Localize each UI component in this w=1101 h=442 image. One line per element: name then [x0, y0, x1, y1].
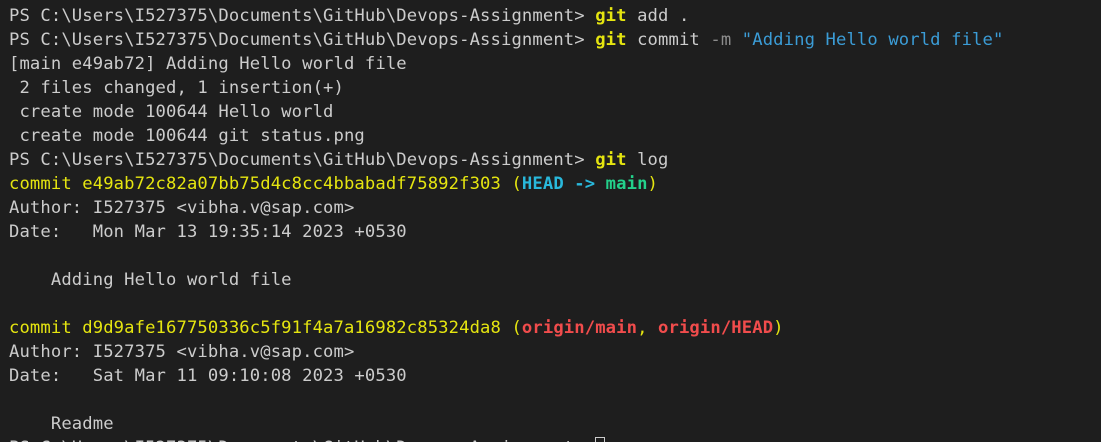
- create-mode-line-1: create mode 100644 Hello world: [9, 102, 334, 122]
- text-cursor: [595, 437, 606, 442]
- command-git: git: [595, 30, 627, 50]
- prompt: PS C:\Users\I527375\Documents\GitHub\Dev…: [9, 30, 596, 50]
- ref-paren-close: ): [647, 174, 659, 194]
- log-date-2: Date: Sat Mar 11 09:10:08 2023 +0530: [9, 366, 407, 386]
- command-args: add .: [626, 6, 690, 26]
- command-string-arg: "Adding Hello world file": [731, 30, 1004, 50]
- commit-label: commit e49ab72c82a07bb75d4c8cc4bbabadf75…: [9, 174, 512, 194]
- terminal-line-git-log: PS C:\Users\I527375\Documents\GitHub\Dev…: [9, 148, 668, 172]
- command-git: git: [595, 6, 627, 26]
- create-mode-line-2: create mode 100644 git status.png: [9, 126, 365, 146]
- ref-paren-open: (: [511, 318, 522, 338]
- log-commit-hash-1: commit e49ab72c82a07bb75d4c8cc4bbabadf75…: [9, 172, 658, 196]
- log-date-1: Date: Mon Mar 13 19:35:14 2023 +0530: [9, 222, 407, 242]
- log-author-1: Author: I527375 <vibha.v@sap.com>: [9, 198, 355, 218]
- commit-label: commit d9d9afe167750336c5f91f4a7a16982c8…: [9, 318, 512, 338]
- commit-result-line: [main e49ab72] Adding Hello world file: [9, 54, 407, 74]
- terminal-window[interactable]: PS C:\Users\I527375\Documents\GitHub\Dev…: [0, 0, 1101, 442]
- log-message-2: Readme: [9, 414, 114, 434]
- command-git: git: [595, 150, 627, 170]
- log-commit-hash-2: commit d9d9afe167750336c5f91f4a7a16982c8…: [9, 316, 784, 340]
- terminal-line-git-add: PS C:\Users\I527375\Documents\GitHub\Dev…: [9, 4, 689, 28]
- log-author-2: Author: I527375 <vibha.v@sap.com>: [9, 342, 355, 362]
- files-changed-line: 2 files changed, 1 insertion(+): [9, 78, 344, 98]
- prompt: PS C:\Users\I527375\Documents\GitHub\Dev…: [9, 438, 595, 442]
- command-flag: -m: [710, 30, 732, 50]
- ref-origin-head: origin/HEAD: [658, 318, 774, 338]
- terminal-line-git-commit: PS C:\Users\I527375\Documents\GitHub\Dev…: [9, 28, 1003, 52]
- command-args: log: [626, 150, 669, 170]
- ref-origin-main: origin/main: [521, 318, 638, 338]
- ref-separator: ,: [637, 318, 659, 338]
- ref-head: HEAD ->: [521, 174, 606, 194]
- ref-paren-close: ): [773, 318, 784, 338]
- prompt: PS C:\Users\I527375\Documents\GitHub\Dev…: [9, 6, 596, 26]
- terminal-line-current-prompt[interactable]: PS C:\Users\I527375\Documents\GitHub\Dev…: [9, 436, 606, 442]
- ref-paren-open: (: [511, 174, 522, 194]
- ref-branch-main: main: [605, 174, 648, 194]
- prompt: PS C:\Users\I527375\Documents\GitHub\Dev…: [9, 150, 596, 170]
- command-subcommand: commit: [626, 30, 711, 50]
- log-message-1: Adding Hello world file: [9, 270, 292, 290]
